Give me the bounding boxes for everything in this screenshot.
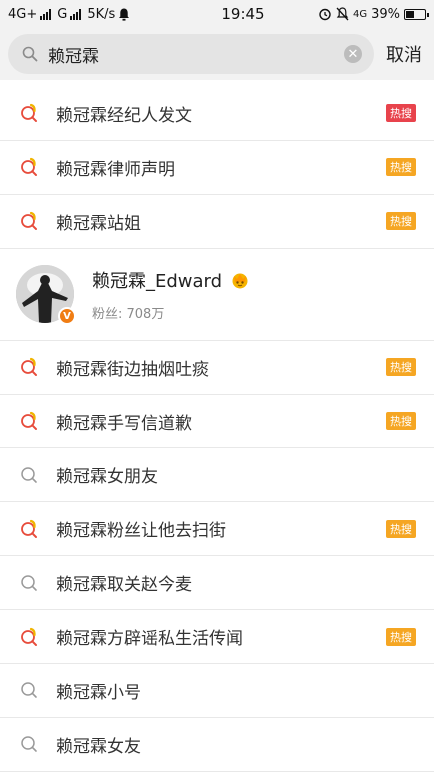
suggestion-row[interactable]: 赖冠霖小号 [0,664,434,718]
search-header: ✕ 取消 [0,28,434,80]
hot-badge: 热搜 [386,212,416,231]
suggestion-text: 赖冠霖小号 [56,682,141,703]
signal-icon [40,8,52,20]
hot-badge: 热搜 [386,627,416,646]
status-time: 19:45 [221,5,265,23]
suggestion-row[interactable]: 赖冠霖女友 [0,718,434,772]
status-right: 4G 39% [318,6,429,22]
signal-icon-secondary [70,8,82,20]
suggestion-row[interactable]: 赖冠霖方辟谣私生活传闻 热搜 [0,610,434,665]
suggestion-text: 赖冠霖经纪人发文 [56,105,192,126]
suggestion-row[interactable]: 赖冠霖粉丝让他去扫街 热搜 [0,502,434,557]
user-fans-count: 粉丝: 708万 [92,306,165,322]
suggestion-text: 赖冠霖手写信道歉 [56,413,192,434]
suggestion-text: 赖冠霖街边抽烟吐痰 [56,359,209,380]
search-icon [18,733,40,755]
avatar[interactable]: V [16,265,76,326]
hot-search-icon [18,210,40,232]
suggestion-list: 赖冠霖经纪人发文 热搜 赖冠霖律师声明 热搜 赖冠霖站姐 热搜 V 赖冠霖_Edward [0,87,434,772]
suggestion-row[interactable]: 赖冠霖手写信道歉 热搜 [0,395,434,449]
suggestion-row[interactable]: 赖冠霖取关赵今麦 [0,556,434,611]
member-crown-icon [232,273,248,289]
suggestion-text: 赖冠霖女朋友 [56,467,158,488]
battery-percent: 39% [371,6,400,22]
hot-badge: 热搜 [386,358,416,377]
search-input[interactable] [48,44,344,64]
network-speed: 5K/s [87,6,116,22]
network-type-primary: 4G+ [8,6,38,22]
network-type-right: 4G [352,8,368,20]
hot-search-icon [18,156,40,178]
search-icon [18,464,40,486]
hot-badge: 热搜 [386,104,416,123]
suggestion-text: 赖冠霖女友 [56,736,141,757]
hot-search-icon [18,626,40,648]
cancel-button[interactable]: 取消 [386,41,422,67]
battery-icon [404,8,429,20]
suggestion-row[interactable]: 赖冠霖女朋友 [0,448,434,503]
search-icon [20,44,40,64]
hot-search-icon [18,410,40,432]
clear-icon[interactable]: ✕ [344,45,362,63]
suggestion-row[interactable]: 赖冠霖站姐 热搜 [0,195,434,249]
search-icon [18,679,40,701]
user-name: 赖冠霖_Edward [92,270,223,292]
user-info: 赖冠霖_Edward 粉丝: 708万 [92,267,250,322]
mute-icon [336,7,349,21]
verified-badge: V [58,307,76,326]
hot-badge: 热搜 [386,412,416,430]
search-icon [18,572,40,594]
hot-search-icon [18,518,40,540]
hot-search-icon [18,356,40,378]
status-bar: 4G+ G 5K/s 19:45 4G 39% [0,0,434,28]
network-type-secondary: G [57,6,68,22]
search-box[interactable]: ✕ [8,34,374,74]
suggestion-text: 赖冠霖方辟谣私生活传闻 [56,629,243,650]
suggestion-row[interactable]: 赖冠霖街边抽烟吐痰 热搜 [0,341,434,395]
user-result-row[interactable]: V 赖冠霖_Edward 粉丝: 708万 [0,249,434,341]
hot-badge: 热搜 [386,158,416,177]
suggestion-text: 赖冠霖取关赵今麦 [56,575,192,596]
suggestion-text: 赖冠霖站姐 [56,213,141,234]
status-left: 4G+ G 5K/s [8,7,178,22]
hot-badge: 热搜 [386,519,416,538]
suggestion-text: 赖冠霖粉丝让他去扫街 [56,521,226,542]
suggestion-row[interactable]: 赖冠霖经纪人发文 热搜 [0,87,434,141]
alarm-clock-icon [319,8,331,21]
notification-bell-icon [119,8,130,21]
suggestion-row[interactable]: 赖冠霖律师声明 热搜 [0,141,434,195]
hot-search-icon [18,102,40,124]
suggestion-text: 赖冠霖律师声明 [56,159,175,180]
